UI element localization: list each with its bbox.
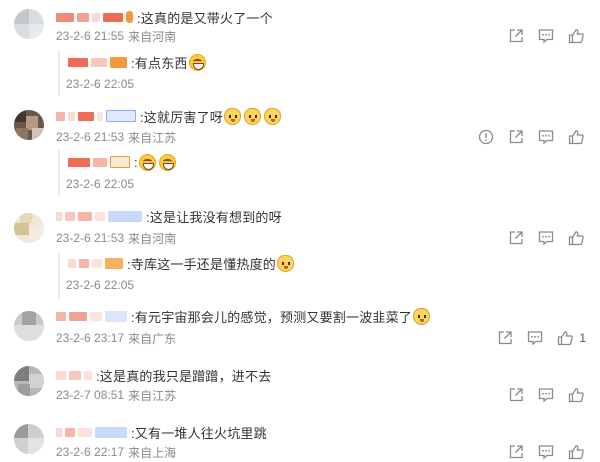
comment-meta: 23-2-6 23:17 来自广东 xyxy=(56,330,176,346)
comment-actions xyxy=(494,228,600,248)
reply-time: 23-2-6 22:05 xyxy=(66,278,135,292)
comment-time: 23-2-7 08:51 xyxy=(56,388,125,402)
comment-location: 来自江苏 xyxy=(128,130,177,145)
reply-text: :有点东西 xyxy=(131,55,188,71)
forward-icon[interactable] xyxy=(508,28,524,44)
comment-time: 23-2-6 21:53 xyxy=(56,231,125,245)
reply-username[interactable] xyxy=(68,54,130,70)
comment-actions: 1 xyxy=(483,328,600,348)
comment-text: :这就厉害了呀 xyxy=(140,109,224,125)
username[interactable] xyxy=(56,424,130,440)
reply-meta: 23-2-6 22:05 xyxy=(66,76,134,92)
reply-meta: 23-2-6 22:05 xyxy=(66,176,134,192)
reply-text: :寺库这一手还是懂热度的 xyxy=(127,256,277,272)
like-icon[interactable] xyxy=(568,444,586,460)
dog-emoji-icon xyxy=(244,107,262,125)
username[interactable] xyxy=(56,308,130,324)
comment-icon[interactable] xyxy=(527,330,543,346)
comment-actions xyxy=(494,385,600,405)
laugh-emoji-icon xyxy=(158,153,176,171)
laugh-emoji-icon xyxy=(188,53,206,71)
comment-meta: 23-2-6 22:17 来自上海 xyxy=(56,444,176,460)
comment-text: :有元宇宙那会儿的感觉，预测又要割一波韭菜了 xyxy=(131,309,413,325)
comment-icon[interactable] xyxy=(538,387,554,403)
comment-time: 23-2-6 23:17 xyxy=(56,331,125,345)
forward-icon[interactable] xyxy=(508,387,524,403)
comment-meta: 23-2-6 21:55 来自河南 xyxy=(56,28,176,44)
comment-location: 来自河南 xyxy=(128,29,177,44)
reply-item: :寺库这一手还是懂热度的 23-2-6 22:05 xyxy=(58,253,600,299)
comment-time: 23-2-6 21:53 xyxy=(56,130,125,144)
comment-meta: 23-2-6 21:53 来自河南 xyxy=(56,230,176,246)
comment-icon[interactable] xyxy=(538,28,554,44)
comment-text: :这是真的我只是蹭蹭，进不去 xyxy=(96,368,272,384)
like-icon[interactable] xyxy=(568,230,586,246)
comment-time: 23-2-6 22:17 xyxy=(56,445,125,459)
comment-location: 来自广东 xyxy=(128,331,177,346)
avatar[interactable] xyxy=(14,366,44,396)
laugh-emoji-icon xyxy=(138,153,156,171)
like-count: 1 xyxy=(579,331,586,345)
username[interactable] xyxy=(56,9,136,25)
like-icon[interactable] xyxy=(568,28,586,44)
dog-emoji-icon xyxy=(277,254,295,272)
forward-icon[interactable] xyxy=(497,330,513,346)
avatar[interactable] xyxy=(14,424,44,454)
reply-time: 23-2-6 22:05 xyxy=(66,177,135,191)
comment-icon[interactable] xyxy=(538,230,554,246)
comment-icon[interactable] xyxy=(538,444,554,460)
reply-username[interactable] xyxy=(68,154,133,170)
like-icon[interactable] xyxy=(568,129,586,145)
dog-emoji-icon xyxy=(413,307,431,325)
avatar[interactable] xyxy=(14,213,44,243)
forward-icon[interactable] xyxy=(508,230,524,246)
reply-item: : 23-2-6 22:05 xyxy=(58,150,600,196)
comment-icon[interactable] xyxy=(538,129,554,145)
avatar[interactable] xyxy=(14,110,44,140)
like-icon[interactable] xyxy=(568,387,586,403)
dog-emoji-icon xyxy=(224,107,242,125)
comment-actions xyxy=(494,26,600,46)
forward-icon[interactable] xyxy=(508,129,524,145)
dog-emoji-icon xyxy=(264,107,282,125)
reply-meta: 23-2-6 22:05 xyxy=(66,277,134,293)
comment-time: 23-2-6 21:55 xyxy=(56,29,125,43)
username[interactable] xyxy=(56,108,139,124)
reply-item: :有点东西 23-2-6 22:05 xyxy=(58,50,600,96)
comment-text: :这真的是又带火了一个 xyxy=(137,10,273,26)
comment-location: 来自江苏 xyxy=(128,388,177,403)
comment-location: 来自河南 xyxy=(128,231,177,246)
comment-actions xyxy=(494,442,600,462)
username[interactable] xyxy=(56,208,145,224)
username[interactable] xyxy=(56,367,95,383)
avatar[interactable] xyxy=(14,9,44,39)
comment-actions xyxy=(464,127,600,147)
comment-meta: 23-2-6 21:53 来自江苏 xyxy=(56,129,176,145)
reply-username[interactable] xyxy=(68,255,126,271)
avatar[interactable] xyxy=(14,311,44,341)
like-icon[interactable] xyxy=(557,330,574,346)
comment-meta: 23-2-7 08:51 来自江苏 xyxy=(56,387,176,403)
reply-time: 23-2-6 22:05 xyxy=(66,77,135,91)
report-icon[interactable] xyxy=(478,129,494,145)
comment-text: :又有一堆人往火坑里跳 xyxy=(131,425,267,441)
comment-location: 来自上海 xyxy=(128,445,177,460)
comment-text: :这是让我没有想到的呀 xyxy=(146,209,282,225)
forward-icon[interactable] xyxy=(508,444,524,460)
reply-text: : xyxy=(134,154,138,170)
